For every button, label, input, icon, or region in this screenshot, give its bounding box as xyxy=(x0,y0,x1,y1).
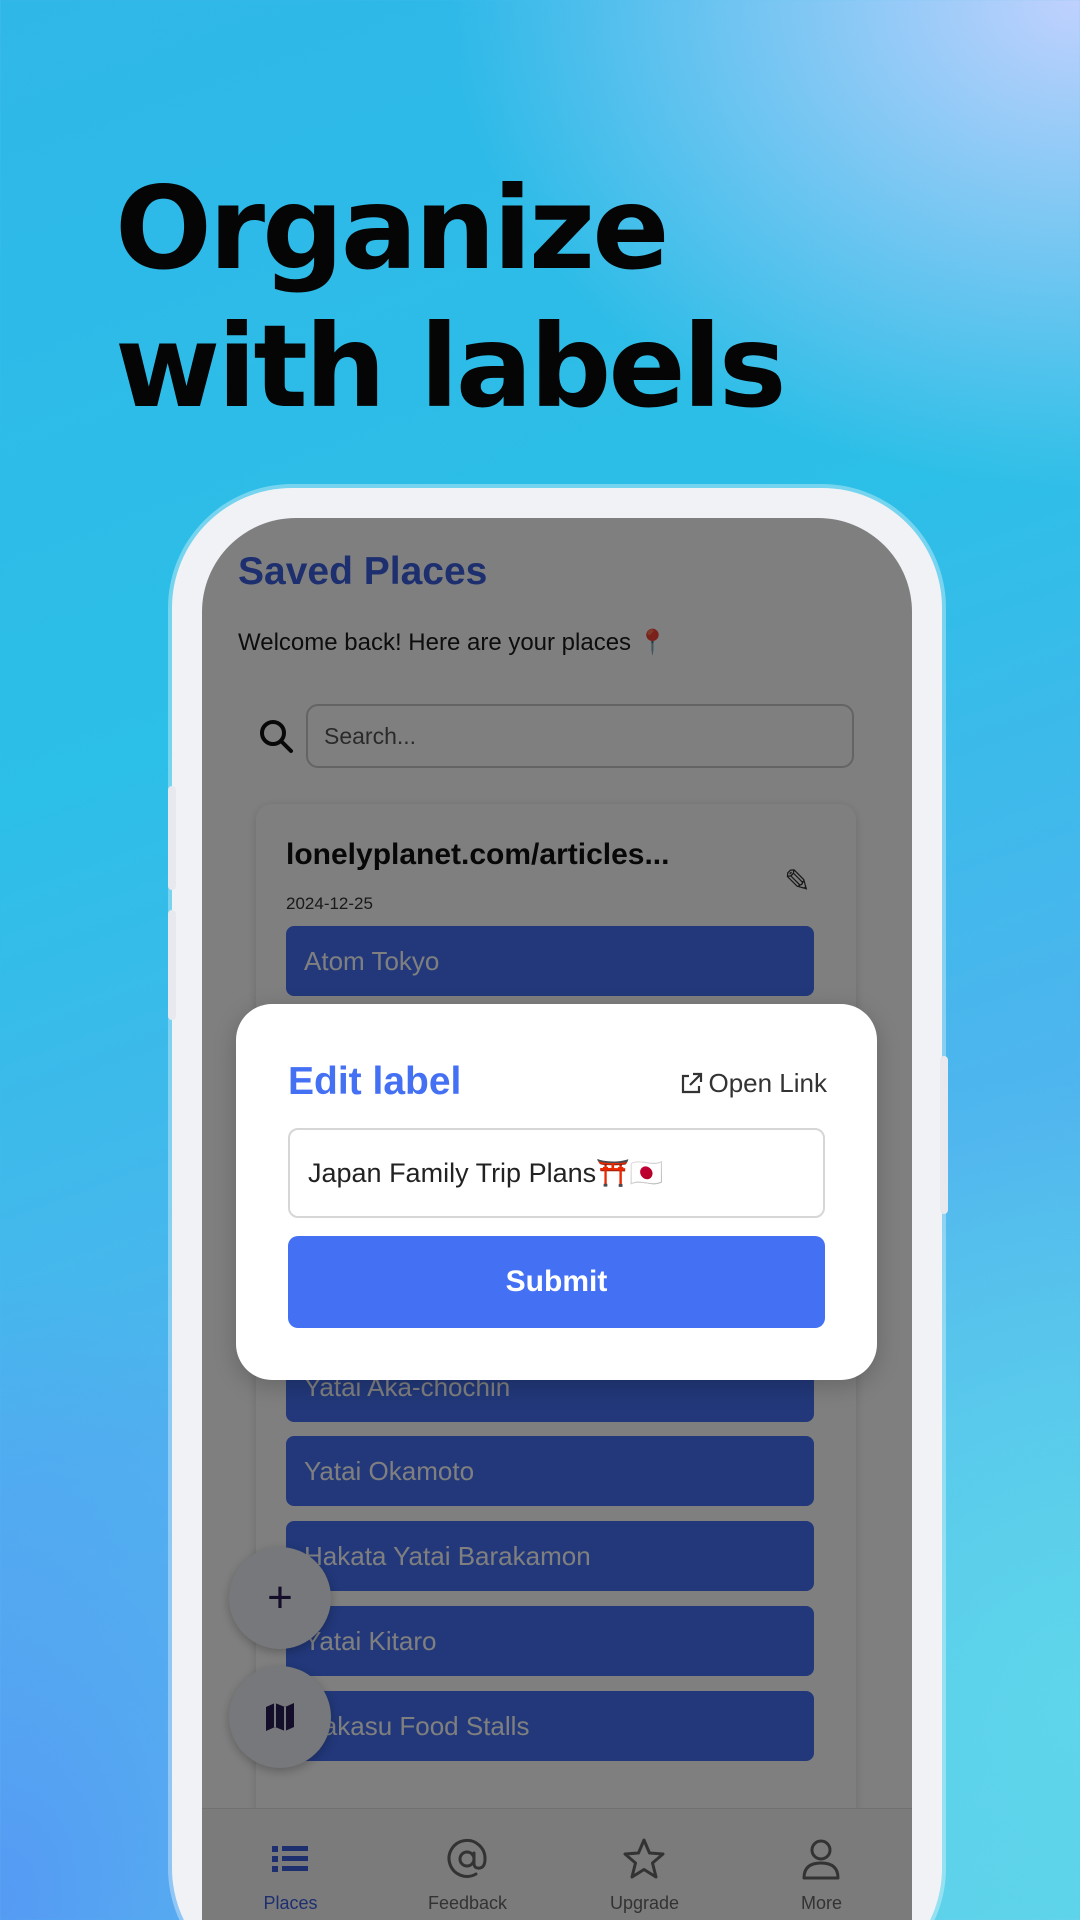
phone-side-button xyxy=(168,910,176,1020)
open-link-button[interactable]: Open Link xyxy=(678,1068,827,1099)
headline-line-2: with labels xyxy=(115,300,787,433)
open-link-label: Open Link xyxy=(708,1068,827,1098)
headline: Organize with labels xyxy=(115,160,1015,436)
dialog-title: Edit label xyxy=(288,1060,462,1103)
phone-side-button xyxy=(168,786,176,890)
headline-line-1: Organize xyxy=(115,162,670,295)
edit-label-dialog: Edit label Open Link Submit xyxy=(236,1004,877,1380)
external-link-icon xyxy=(682,1072,703,1093)
submit-button[interactable]: Submit xyxy=(288,1236,825,1328)
phone-side-button xyxy=(940,1056,948,1214)
label-input[interactable] xyxy=(288,1128,825,1218)
